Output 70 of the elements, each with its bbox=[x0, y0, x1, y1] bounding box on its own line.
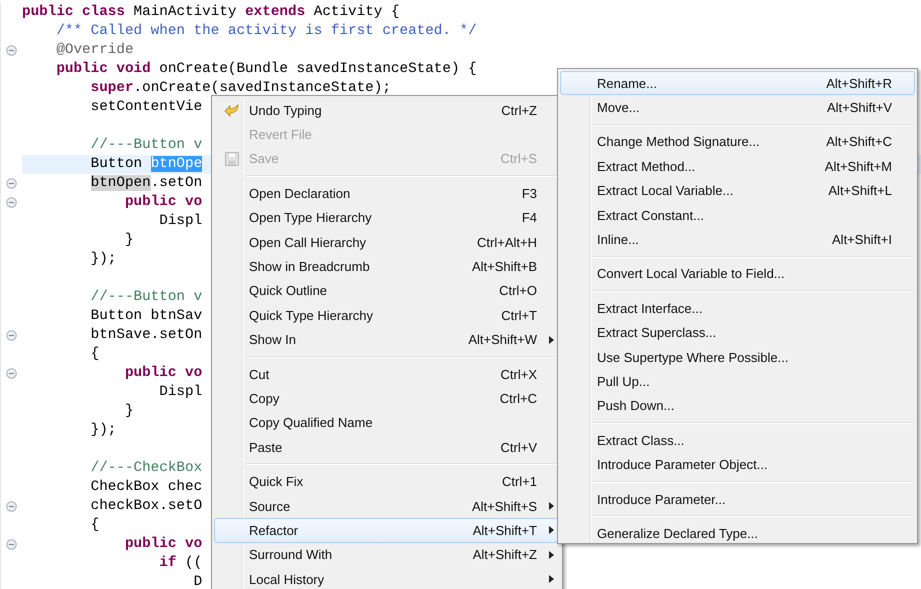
fold-icon[interactable] bbox=[6, 178, 16, 189]
menu-item[interactable]: Show In Alt+Shift+W bbox=[214, 328, 560, 352]
menu-item[interactable]: Pull Up... bbox=[560, 369, 915, 394]
menu-item[interactable]: Cut Ctrl+X bbox=[214, 362, 560, 386]
code-line: public vo bbox=[124, 365, 202, 381]
code-line: Displ bbox=[159, 384, 202, 400]
menu-item[interactable]: Quick Outline Ctrl+O bbox=[214, 278, 560, 304]
menu-item[interactable]: Extract Interface... bbox=[560, 296, 915, 321]
code-line: public vo bbox=[124, 536, 202, 552]
code-line: @Override bbox=[56, 42, 134, 58]
fold-icon[interactable] bbox=[6, 197, 16, 208]
code-line: public void onCreate(Bundle savedInstanceState) { bbox=[56, 61, 477, 77]
code-line: public vo bbox=[124, 194, 202, 210]
code-line: /** Called when the activity is first created. */ bbox=[56, 23, 477, 39]
menu-item[interactable]: Introduce Parameter Object... bbox=[560, 452, 915, 477]
code-line: if (( bbox=[159, 555, 202, 571]
menu-item[interactable]: Undo Typing Ctrl+Z bbox=[214, 98, 560, 122]
code-line: super.onCreate(savedInstanceState); bbox=[90, 80, 391, 96]
code-line: CheckBox chec bbox=[90, 479, 202, 495]
code-line: Displ bbox=[159, 213, 202, 229]
menu-item[interactable]: Open Call Hierarchy Ctrl+Alt+H bbox=[214, 230, 560, 254]
code-line: btnSave.setOn bbox=[90, 327, 202, 343]
menu-item[interactable]: Rename... Alt+Shift+R bbox=[560, 71, 915, 96]
fold-icon[interactable] bbox=[6, 539, 16, 550]
menu-item[interactable]: Paste Ctrl+V bbox=[214, 435, 560, 460]
menu-item[interactable]: Show in Breadcrumb Alt+Shift+B bbox=[214, 254, 560, 279]
menu-item[interactable]: Source Alt+Shift+S bbox=[214, 494, 560, 518]
menu-item[interactable]: Copy Ctrl+C bbox=[214, 386, 560, 411]
menu-item[interactable]: Extract Method... Alt+Shift+M bbox=[560, 154, 915, 179]
code-line: }); bbox=[90, 422, 116, 438]
code-line: { bbox=[90, 346, 100, 362]
menu-item[interactable]: Extract Constant... bbox=[560, 202, 915, 228]
menu-item[interactable]: Extract Superclass... bbox=[560, 320, 915, 345]
menu-item[interactable]: Push Down... bbox=[560, 394, 915, 418]
menu-item[interactable]: Open Type Hierarchy F4 bbox=[214, 206, 560, 230]
fold-icon[interactable] bbox=[6, 368, 16, 379]
code-line: D bbox=[194, 574, 202, 589]
code-line: Button btnSav bbox=[90, 308, 202, 324]
code-line: checkBox.setO bbox=[90, 498, 202, 514]
code-line: { bbox=[90, 517, 100, 533]
code-line: }); bbox=[90, 251, 116, 267]
menu-item[interactable]: Local History bbox=[214, 567, 560, 589]
menu-item[interactable]: Copy Qualified Name bbox=[214, 410, 560, 436]
code-line: btnOpen.setOn bbox=[90, 175, 202, 191]
menu-item[interactable]: Surround With Alt+Shift+Z bbox=[214, 542, 560, 568]
fold-icon[interactable] bbox=[6, 45, 16, 56]
menu-item[interactable]: Refactor Alt+Shift+T bbox=[214, 518, 560, 543]
menu-item[interactable]: Generalize Declared Type... bbox=[560, 521, 915, 546]
menu-item[interactable]: Convert Local Variable to Field... bbox=[560, 262, 915, 286]
menu-item[interactable]: Extract Class... bbox=[560, 428, 915, 452]
code-line: setContentVie bbox=[90, 99, 202, 115]
menu-item[interactable]: Open Declaration F3 bbox=[214, 181, 560, 206]
code-line: //---Button v bbox=[90, 137, 202, 153]
menu-item[interactable]: Quick Fix Ctrl+1 bbox=[214, 469, 560, 494]
menu-item[interactable]: Quick Type Hierarchy Ctrl+T bbox=[214, 303, 560, 328]
undo-arrow-icon bbox=[224, 102, 240, 118]
fold-icon[interactable] bbox=[6, 330, 16, 341]
menu-item[interactable]: Inline... Alt+Shift+I bbox=[560, 227, 915, 252]
code-line: } bbox=[124, 403, 134, 419]
code-line: //---Button v bbox=[90, 289, 202, 305]
fold-icon[interactable] bbox=[6, 501, 16, 512]
code-line: } bbox=[124, 232, 134, 248]
menu-item[interactable]: Extract Local Variable... Alt+Shift+L bbox=[560, 178, 915, 203]
menu-item[interactable]: Use Supertype Where Possible... bbox=[560, 344, 915, 370]
code-line: Button btnOpe bbox=[90, 156, 202, 172]
menu-item[interactable]: Move... Alt+Shift+V bbox=[560, 95, 915, 120]
code-line: //---CheckBox bbox=[90, 460, 202, 476]
code-line: public class MainActivity extends Activity { bbox=[22, 4, 400, 20]
menu-item[interactable]: Change Method Signature... Alt+Shift+C bbox=[560, 130, 915, 154]
menu-item[interactable]: Introduce Parameter... bbox=[560, 486, 915, 512]
